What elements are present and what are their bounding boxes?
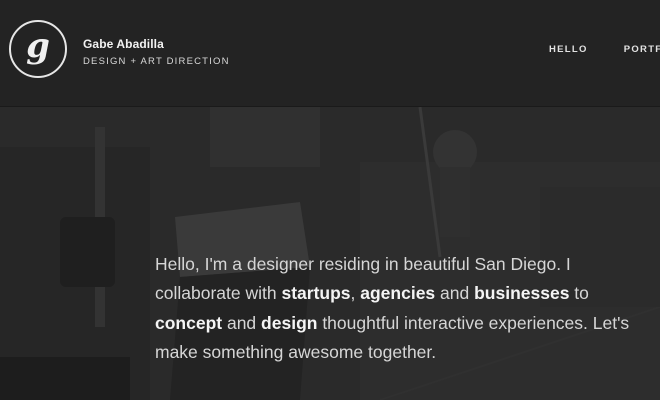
intro-segment: to bbox=[569, 283, 589, 303]
intro-segment: and bbox=[222, 312, 262, 333]
keyword-startups: startups bbox=[281, 283, 351, 303]
intro-segment: , bbox=[350, 283, 361, 303]
keyword-design: design bbox=[261, 312, 318, 333]
site-header: g Gabe Abadilla DESIGN + ART DIRECTION H… bbox=[0, 0, 660, 107]
logo[interactable]: g bbox=[9, 20, 67, 78]
main-nav: HELLO PORTFOLIO bbox=[549, 44, 660, 55]
logo-letter: g bbox=[26, 26, 50, 66]
brand-tagline: DESIGN + ART DIRECTION bbox=[83, 56, 230, 67]
keyword-agencies: agencies bbox=[360, 283, 436, 303]
nav-item-portfolio[interactable]: PORTFOLIO bbox=[624, 44, 660, 55]
keyword-businesses: businesses bbox=[474, 283, 570, 303]
intro-text: Hello, I'm a designer residing in beauti… bbox=[155, 250, 655, 368]
keyword-concept: concept bbox=[155, 312, 223, 333]
hero-section: Hello, I'm a designer residing in beauti… bbox=[0, 107, 660, 400]
nav-item-hello[interactable]: HELLO bbox=[549, 44, 588, 55]
intro-segment: and bbox=[435, 283, 475, 303]
brand-name[interactable]: Gabe Abadilla bbox=[83, 37, 164, 51]
